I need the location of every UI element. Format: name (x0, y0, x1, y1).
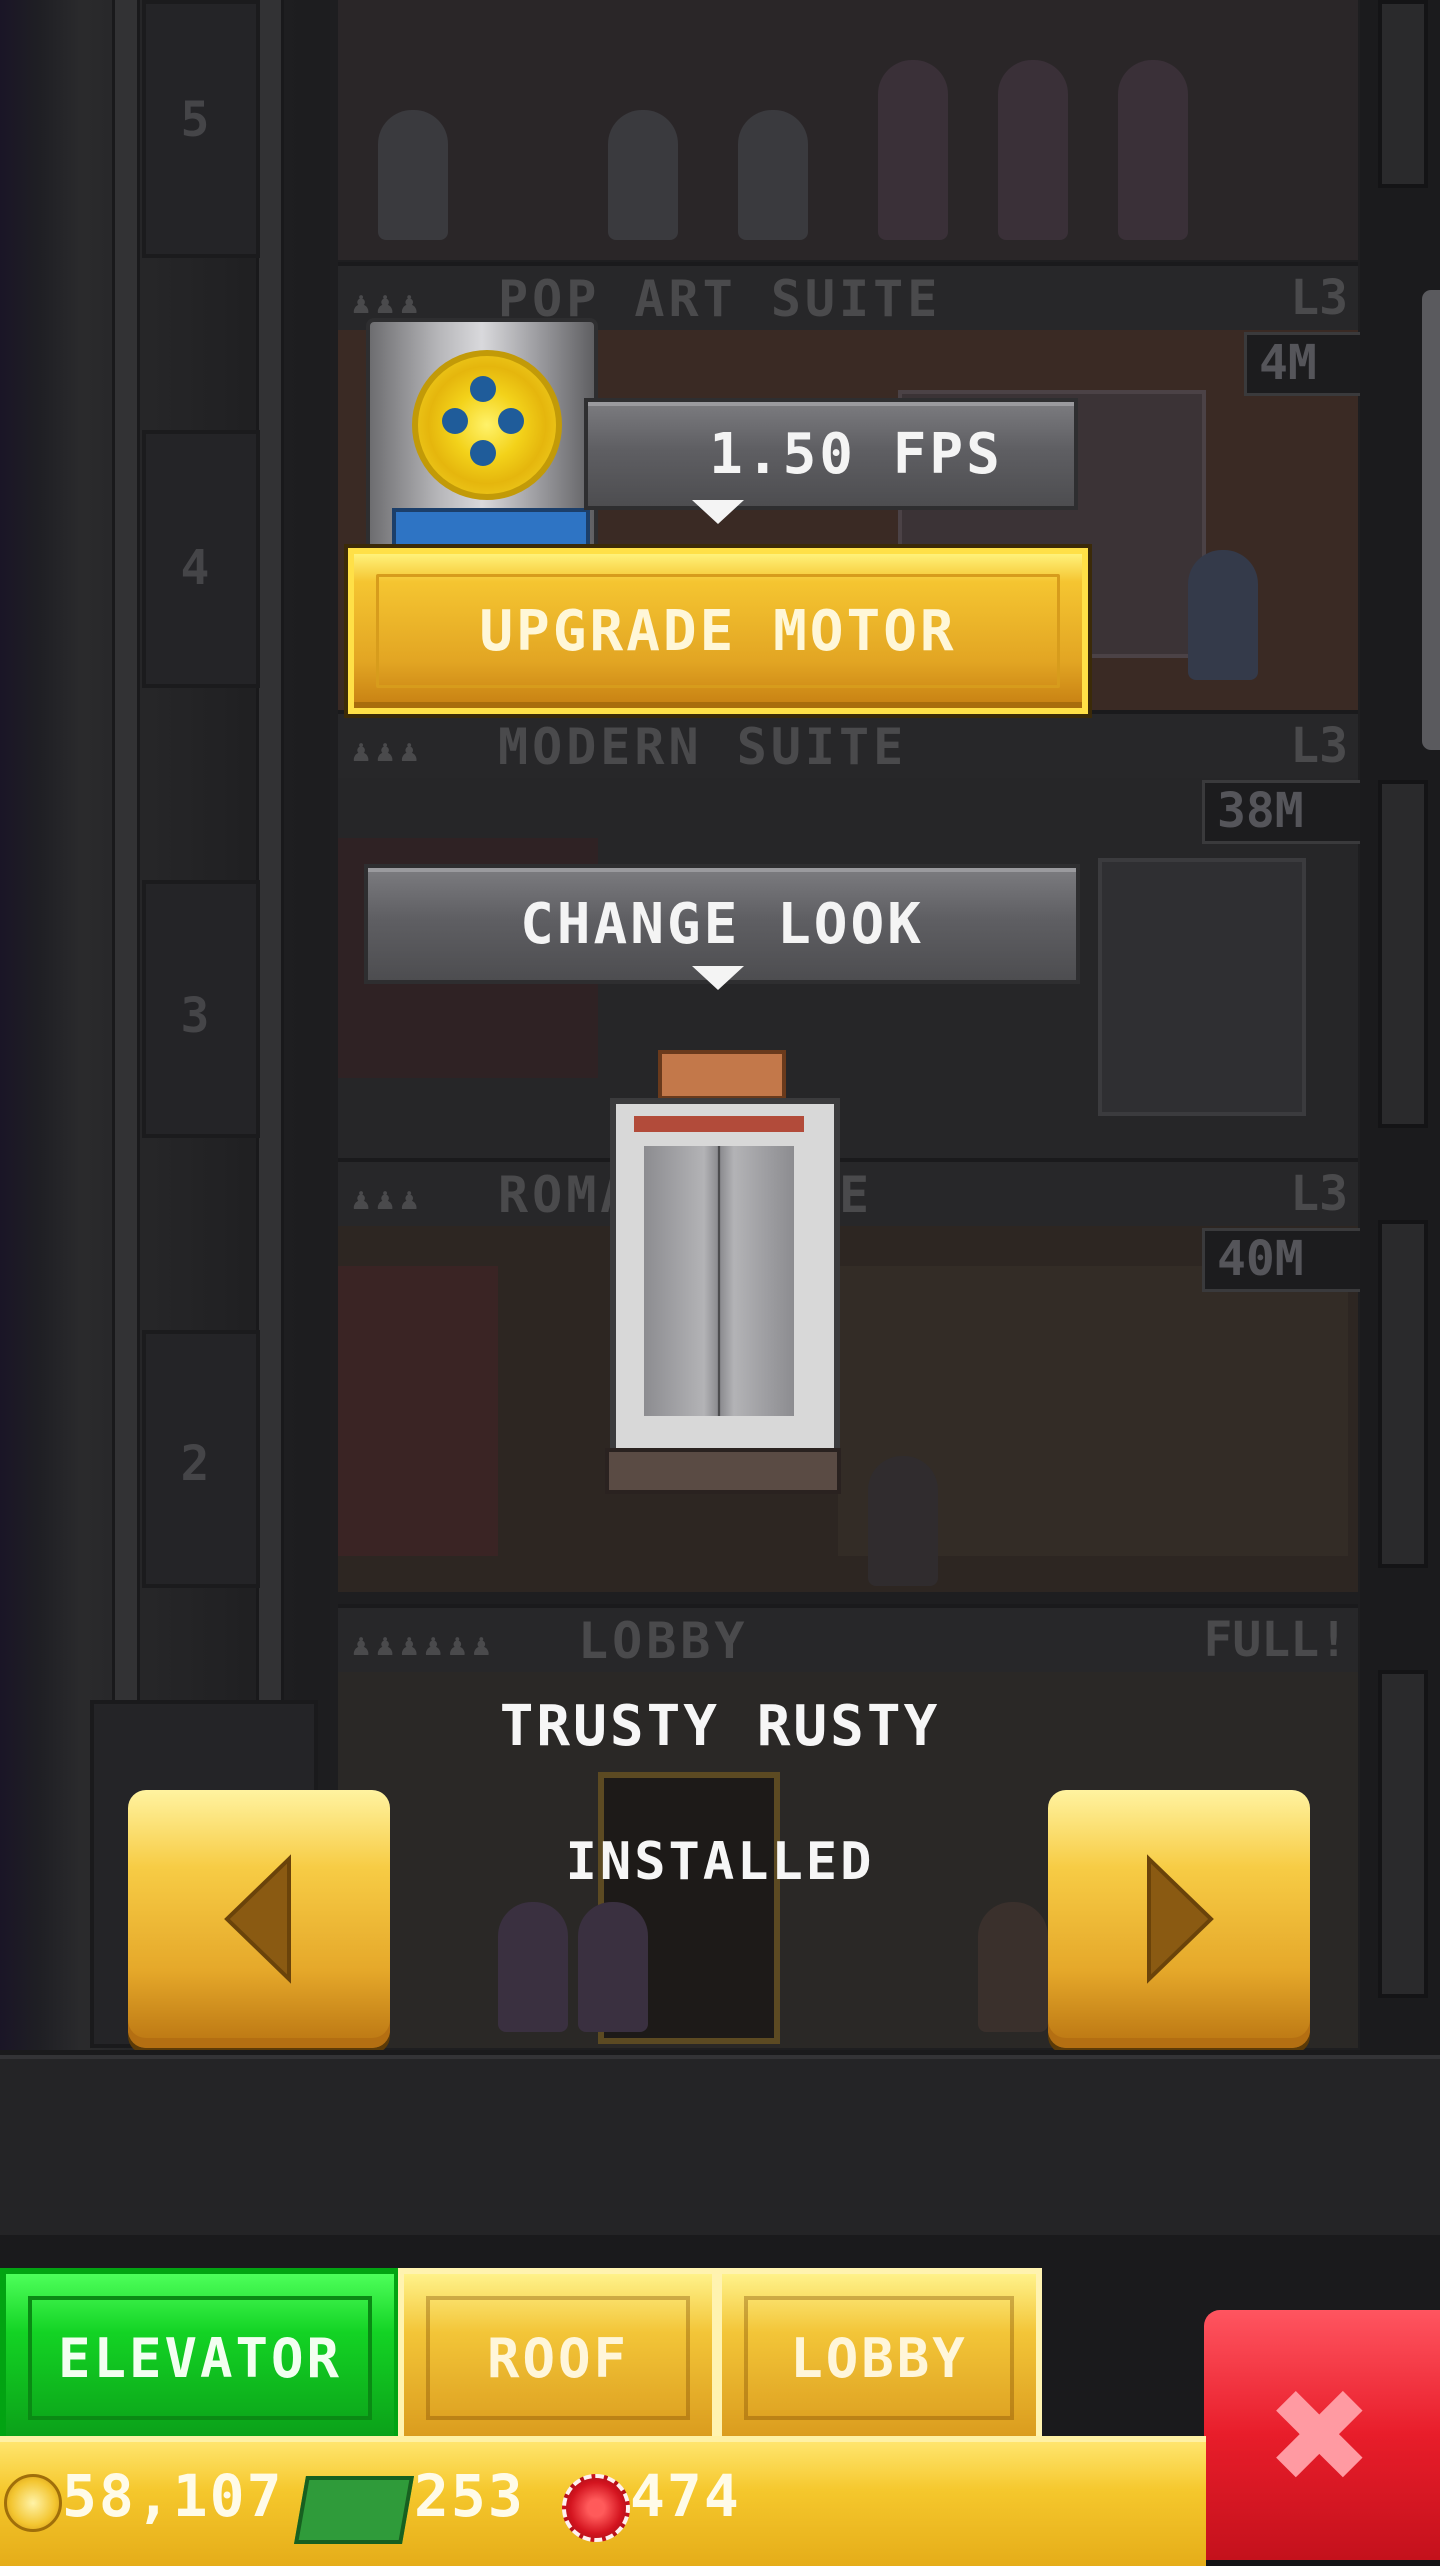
right-arrow-icon (1147, 1854, 1214, 1984)
look-status: INSTALLED (565, 1832, 875, 1892)
floor-name: LOBBY (578, 1612, 749, 1670)
occupancy-icons: ♟♟♟ (352, 286, 425, 321)
bitizen (868, 1456, 938, 1586)
occupancy-icons: ♟♟♟ (352, 1182, 425, 1217)
tab-lobby[interactable]: LOBBY (716, 2268, 1042, 2448)
pointer-down-icon (692, 966, 744, 990)
shaft-floor-number: 4 (180, 540, 210, 596)
previous-look-button[interactable] (128, 1790, 390, 2048)
shaft-floor-number: 5 (180, 92, 210, 148)
scrollbar-thumb[interactable] (1422, 290, 1440, 750)
pointer-down-icon (692, 500, 744, 524)
tab-elevator[interactable]: ELEVATOR (0, 2268, 400, 2448)
bitizen (878, 60, 948, 240)
bitizen (608, 110, 678, 240)
right-window (1378, 1220, 1428, 1568)
bitizen (498, 1902, 568, 2032)
bitizen (378, 110, 448, 240)
elevator-doors (644, 1146, 794, 1416)
floor-label-lobby: ♟♟♟♟♟♟ LOBBY FULL! (338, 1604, 1358, 1672)
bitizen (1188, 550, 1258, 680)
motor-wheel-icon (412, 350, 562, 500)
floor-level: FULL! (1203, 1612, 1349, 1668)
left-arrow-icon (224, 1854, 291, 1984)
bux-count: 253 (414, 2462, 525, 2530)
floor-level: L3 (1290, 1166, 1348, 1222)
elevator-speed-label: 1.50 FPS (584, 398, 1078, 510)
next-look-button[interactable] (1048, 1790, 1310, 2048)
bitizen (1118, 60, 1188, 240)
right-window (1378, 0, 1428, 188)
tab-roof[interactable]: ROOF (398, 2268, 718, 2448)
bottom-band (0, 2055, 1440, 2235)
occupancy-icons: ♟♟♟ (352, 734, 425, 769)
elevator-car-base (605, 1448, 841, 1494)
room-decor (338, 1266, 498, 1556)
coin-icon (4, 2474, 62, 2532)
coins-count: 58,107 (62, 2462, 284, 2530)
tokens-count: 474 (630, 2462, 741, 2530)
bitizen (998, 60, 1068, 240)
upgrade-motor-label: UPGRADE MOTOR (479, 598, 957, 664)
close-button[interactable]: ✖ (1204, 2310, 1440, 2560)
floor-level: L3 (1290, 270, 1348, 326)
floor-name: MODERN SUITE (498, 718, 908, 776)
floor-level: L3 (1290, 718, 1348, 774)
occupancy-icons: ♟♟♟♟♟♟ (352, 1628, 497, 1663)
right-window (1378, 1670, 1428, 1998)
elevator-car[interactable] (610, 1098, 840, 1484)
close-icon: ✖ (1270, 2336, 1374, 2534)
floor-5-room[interactable] (338, 0, 1358, 260)
floor-label-roman-suite: ♟♟♟ ROMAN SUITE L3 (338, 1158, 1358, 1226)
right-window (1378, 780, 1428, 1128)
shaft-rail-right (256, 0, 284, 1700)
upgrade-motor-button[interactable]: UPGRADE MOTOR (348, 548, 1088, 714)
bux-icon (294, 2476, 414, 2544)
shaft-floor-number: 2 (180, 1436, 210, 1492)
elevator-speed-text: 1.50 FPS (709, 421, 1003, 487)
shaft-rail-left (112, 0, 140, 1700)
floor-label-modern-suite: ♟♟♟ MODERN SUITE L3 (338, 710, 1358, 778)
bitizen (978, 1902, 1048, 2032)
change-look-label: CHANGE LOOK (520, 891, 924, 957)
room-decor (1098, 858, 1306, 1116)
bitizen (738, 110, 808, 240)
token-icon (562, 2474, 630, 2542)
shaft-floor-number: 3 (180, 988, 210, 1044)
look-name: TRUSTY RUSTY (499, 1694, 941, 1759)
bitizen (578, 1902, 648, 2032)
elevator-car-top (658, 1050, 786, 1100)
